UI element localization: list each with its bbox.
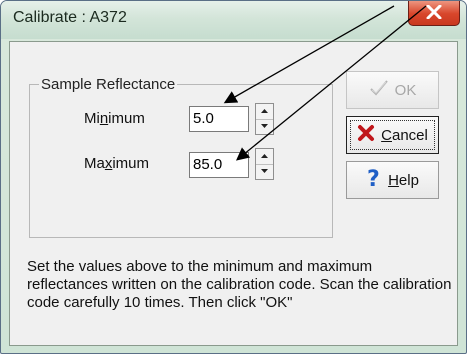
spin-down-icon: [261, 169, 268, 173]
close-button[interactable]: [408, 1, 460, 26]
cancel-label: Cancel: [381, 126, 428, 144]
spin-up-icon: [261, 109, 268, 113]
maximum-input[interactable]: 85.0: [189, 152, 249, 178]
ok-label: OK: [394, 81, 417, 99]
maximum-spinner[interactable]: [255, 148, 274, 180]
spin-down-icon: [261, 124, 268, 128]
maximum-decrement-button[interactable]: [256, 164, 273, 179]
instructions-text: Set the values above to the minimum and …: [27, 258, 452, 311]
help-button[interactable]: ? Help: [346, 161, 439, 199]
window-title: Calibrate : A372: [13, 9, 127, 26]
minimum-decrement-button[interactable]: [256, 119, 273, 134]
minimum-spinner[interactable]: [255, 103, 274, 135]
minimum-input[interactable]: 5.0: [189, 106, 249, 132]
svg-text:?: ?: [367, 167, 380, 189]
red-x-icon: [357, 124, 375, 146]
spin-up-icon: [261, 154, 268, 158]
minimum-label: Minimum: [84, 110, 145, 127]
sample-reflectance-group: Sample Reflectance: [29, 76, 333, 238]
maximum-label: Maximum: [84, 155, 150, 172]
blue-question-icon: ?: [366, 167, 382, 193]
checkmark-icon: [369, 79, 389, 101]
ok-button[interactable]: OK: [346, 71, 439, 109]
help-label: Help: [388, 171, 419, 189]
title-bar[interactable]: Calibrate : A372: [1, 1, 466, 39]
cancel-button[interactable]: Cancel: [346, 116, 439, 154]
minimum-increment-button[interactable]: [256, 104, 273, 120]
group-title: Sample Reflectance: [41, 76, 176, 93]
dialog-client-area: Sample Reflectance Minimum 5.0 Maximum 8…: [9, 41, 458, 346]
calibrate-dialog-window: Calibrate : A372 Sample Reflectance Mini…: [0, 0, 467, 354]
maximum-increment-button[interactable]: [256, 149, 273, 165]
